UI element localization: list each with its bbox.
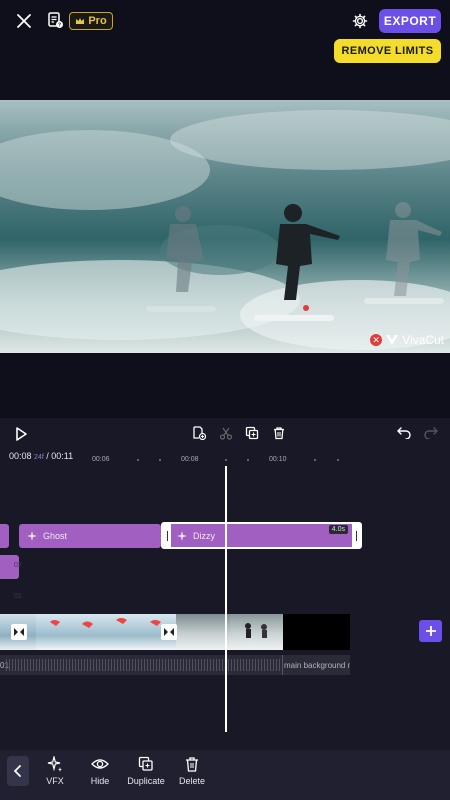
close-button[interactable] <box>12 10 36 32</box>
vfx-tool-button[interactable]: VFX <box>30 756 80 786</box>
kite-icon <box>116 618 127 624</box>
redo-button[interactable] <box>421 424 441 442</box>
split-button[interactable] <box>217 424 235 442</box>
undo-icon <box>397 427 411 439</box>
track-label: 02 <box>14 562 22 569</box>
ruler-tick-label: 00:06 <box>92 456 110 463</box>
audio-track-label: main background m <box>284 661 350 670</box>
effect-clip-ghost[interactable]: Ghost <box>19 524 161 548</box>
scissors-icon <box>219 427 233 440</box>
ruler-dot <box>247 459 249 461</box>
sparkle-icon <box>47 756 62 772</box>
remove-watermark-icon[interactable]: ✕ <box>370 334 383 346</box>
settings-button[interactable] <box>349 10 371 32</box>
add-clip-to-track-button[interactable] <box>190 424 208 442</box>
effect-clip-label: Ghost <box>43 531 68 541</box>
redo-icon <box>424 427 438 439</box>
track-label: 01 <box>14 593 22 600</box>
undo-button[interactable] <box>394 424 414 442</box>
trash-icon <box>186 757 198 772</box>
duplicate-tool-button[interactable]: Duplicate <box>121 756 171 786</box>
pro-badge[interactable]: Pro <box>69 12 113 30</box>
audio-track[interactable]: 01 main background m <box>0 655 350 675</box>
surfer-figure-icon <box>245 623 267 638</box>
close-icon <box>17 14 31 28</box>
transition-icon <box>14 628 24 636</box>
video-thumbnail <box>70 614 106 650</box>
gear-icon <box>352 13 368 29</box>
video-thumbnail <box>176 614 230 650</box>
transition-button[interactable] <box>161 624 177 640</box>
add-clip-button[interactable] <box>419 620 442 642</box>
time-frame-label: 24f <box>34 454 44 461</box>
video-preview[interactable]: ✕ VivaCut <box>0 100 450 353</box>
watermark-label: VivaCut <box>402 333 444 347</box>
play-icon <box>16 427 27 441</box>
transition-button[interactable] <box>11 624 27 640</box>
crown-icon <box>76 18 85 24</box>
effect-clip-label: Dizzy <box>193 530 215 541</box>
eye-icon <box>91 759 109 769</box>
audio-waveform <box>6 659 282 671</box>
time-current-label: 00:08 <box>9 451 32 461</box>
copy-icon <box>245 426 259 440</box>
clip-trim-handle-left[interactable] <box>163 524 171 547</box>
clip-trim-handle-right[interactable] <box>352 524 360 547</box>
ruler-tick-label: 00:10 <box>269 456 287 463</box>
tool-label: VFX <box>46 776 64 786</box>
sparkle-icon <box>27 531 37 541</box>
playhead[interactable] <box>225 466 227 732</box>
svg-text:?: ? <box>58 23 61 29</box>
remove-limits-button[interactable]: REMOVE LIMITS <box>334 39 441 63</box>
video-thumbnail <box>230 614 283 650</box>
kite-icon <box>82 621 93 628</box>
clip-duration-badge: 4.0s <box>328 525 348 534</box>
ruler-dot <box>159 459 161 461</box>
effect-clip-stub[interactable] <box>0 524 9 548</box>
kite-icon <box>50 620 60 626</box>
copy-button[interactable] <box>243 424 261 442</box>
delete-clip-button[interactable] <box>270 424 288 442</box>
back-button[interactable] <box>7 756 29 786</box>
black-segment <box>283 614 350 650</box>
effect-clip-dizzy[interactable]: Dizzy 4.0s <box>161 522 362 549</box>
video-thumbnail <box>106 614 142 650</box>
ruler-dot <box>314 459 316 461</box>
hide-tool-button[interactable]: Hide <box>75 756 125 786</box>
export-button[interactable]: EXPORT <box>379 9 441 33</box>
duplicate-icon <box>138 756 153 771</box>
preview-letterbox <box>0 353 450 418</box>
vivacut-logo-icon <box>386 335 399 345</box>
tool-label: Hide <box>90 776 110 786</box>
ruler-dot <box>225 459 227 461</box>
play-button[interactable] <box>10 423 32 445</box>
pro-label: Pro <box>88 15 107 27</box>
sparkle-icon <box>177 530 187 541</box>
project-info-button[interactable]: ? <box>44 9 66 31</box>
ruler-dot <box>137 459 139 461</box>
transition-icon <box>164 628 174 636</box>
video-thumbnail <box>36 614 70 650</box>
time-total-label: / 00:11 <box>46 451 74 461</box>
audio-split-divider <box>282 655 283 675</box>
tool-label: Duplicate <box>127 776 165 786</box>
timecode: 00:08 24f / 00:11 <box>9 451 73 461</box>
chevron-left-icon <box>14 765 21 777</box>
watermark[interactable]: ✕ VivaCut <box>370 333 444 347</box>
delete-tool-button[interactable]: Delete <box>167 756 217 786</box>
trash-icon <box>274 427 284 440</box>
video-track[interactable] <box>0 614 350 650</box>
add-clip-icon <box>193 426 206 440</box>
ruler-dot <box>337 459 339 461</box>
ruler-tick-label: 00:08 <box>181 456 199 463</box>
surfers-video-frame <box>0 100 450 353</box>
document-info-icon: ? <box>48 12 63 29</box>
tool-label: Delete <box>178 776 205 786</box>
plus-icon <box>425 626 436 636</box>
